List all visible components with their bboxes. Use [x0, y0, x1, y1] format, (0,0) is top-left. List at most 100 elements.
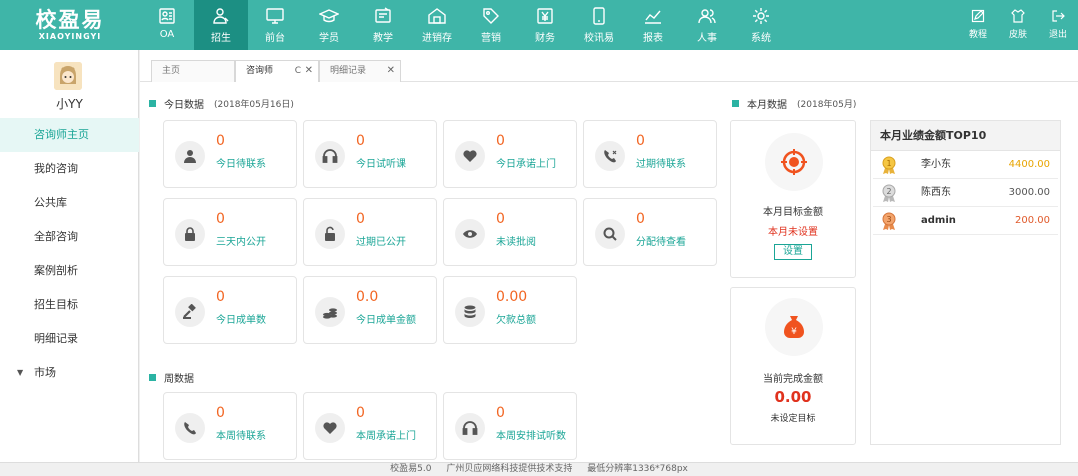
logo[interactable]: 校盈易 XIAOYINGYI: [0, 0, 140, 50]
caret-down-icon: ▼: [17, 368, 24, 377]
nav-reports[interactable]: 报表: [626, 0, 680, 50]
teaching-board-icon: [375, 7, 391, 23]
stat-label: 本周安排试听数: [496, 431, 566, 442]
headphones-icon: [315, 141, 345, 171]
sidebar-item-label: 市场: [34, 366, 56, 379]
top10-title: 本月业绩金额TOP10: [871, 121, 1060, 151]
nav-enrollment-label: 招生: [211, 33, 231, 44]
month-target-label: 本月目标金额: [763, 207, 823, 218]
stat-card-promised-visit-week[interactable]: 0 本周承诺上门: [303, 392, 437, 460]
stat-label: 欠款总额: [496, 315, 536, 326]
close-icon[interactable]: ✕: [387, 61, 395, 81]
tab-home[interactable]: 主页: [151, 60, 235, 82]
nav-school-messenger[interactable]: 校讯易: [572, 0, 626, 50]
month-section-title: 本月数据 (2018年05月): [732, 96, 856, 111]
stat-value: 0.0: [356, 289, 379, 305]
nav-inventory[interactable]: 进销存: [410, 0, 464, 50]
nav-enrollment[interactable]: 招生: [194, 0, 248, 50]
logout-button[interactable]: 退出: [1038, 0, 1078, 50]
database-icon: [455, 297, 485, 327]
nav-school-messenger-label: 校讯易: [584, 33, 614, 44]
ranking-name: admin: [921, 215, 956, 226]
stat-card-unread-review[interactable]: 0 未读批阅: [443, 198, 577, 266]
stat-card-trial-scheduled-week[interactable]: 0 本周安排试听数: [443, 392, 577, 460]
stat-label: 本周承诺上门: [356, 431, 416, 442]
set-target-button[interactable]: 设置: [774, 244, 812, 260]
sidebar-item-my-consultations[interactable]: 我的咨询: [0, 152, 139, 186]
ranking-amount: 4400.00: [1008, 159, 1050, 170]
sidebar-item-market[interactable]: ▼ 市场: [0, 356, 139, 390]
stat-card-expired-public[interactable]: 0 过期已公开: [303, 198, 437, 266]
refresh-icon[interactable]: C: [295, 61, 301, 81]
stat-label: 本周待联系: [216, 431, 266, 442]
nav-hr[interactable]: 人事: [680, 0, 734, 50]
stat-label: 分配待查看: [636, 237, 686, 248]
stat-card-assigned-pending[interactable]: 0 分配待查看: [583, 198, 717, 266]
search-icon: [595, 219, 625, 249]
bronze-medal-icon: 3: [882, 212, 896, 230]
sidebar-item-counselor-home[interactable]: 咨询师主页: [0, 118, 139, 152]
target-icon: [765, 133, 823, 191]
people-icon: [698, 9, 716, 24]
month-target-panel: 本月目标金额 本月未设置 设置: [730, 120, 856, 278]
nav-students[interactable]: 学员: [302, 0, 356, 50]
nav-finance[interactable]: 财务: [518, 0, 572, 50]
stat-card-overdue-contact[interactable]: 0 过期待联系: [583, 120, 717, 188]
warehouse-icon: [428, 8, 446, 24]
sidebar-item-all-consultations[interactable]: 全部咨询: [0, 220, 139, 254]
sidebar-item-enrollment-goals[interactable]: 招生目标: [0, 288, 139, 322]
tab-detail-records[interactable]: 明细记录 ✕: [319, 60, 401, 82]
stat-card-to-contact-week[interactable]: 0 本周待联系: [163, 392, 297, 460]
footer-version: 校盈易5.0: [390, 464, 432, 474]
stat-card-to-contact-today[interactable]: 0 今日待联系: [163, 120, 297, 188]
stat-value: 0: [216, 211, 225, 227]
stat-label: 今日成单数: [216, 315, 266, 326]
month-done-label: 当前完成金额: [763, 374, 823, 385]
avatar[interactable]: [54, 62, 82, 90]
sidebar-item-public-pool[interactable]: 公共库: [0, 186, 139, 220]
silver-medal-icon: 2: [882, 184, 896, 202]
stat-label: 今日试听课: [356, 159, 406, 170]
stat-card-promised-visit-today[interactable]: 0 今日承诺上门: [443, 120, 577, 188]
stat-value: 0: [636, 133, 645, 149]
skin-button[interactable]: 皮肤: [998, 0, 1038, 50]
ranking-row[interactable]: 1 李小东 4400.00: [873, 151, 1058, 179]
person-icon: [175, 141, 205, 171]
user-name: 小YY: [56, 97, 83, 111]
lock-icon: [175, 219, 205, 249]
nav-oa[interactable]: OA: [140, 0, 194, 50]
stat-value: 0: [216, 405, 225, 421]
nav-teaching[interactable]: 教学: [356, 0, 410, 50]
stat-label: 今日承诺上门: [496, 159, 556, 170]
stat-card-public-in-3-days[interactable]: 0 三天内公开: [163, 198, 297, 266]
coins-icon: [315, 297, 345, 327]
skin-label: 皮肤: [1008, 30, 1027, 40]
stat-card-total-arrears[interactable]: 0.00 欠款总额: [443, 276, 577, 344]
month-date: (2018年05月): [797, 100, 857, 110]
oa-icon: [159, 8, 175, 24]
headphones-icon: [455, 413, 485, 443]
stat-card-deals-today[interactable]: 0 今日成单数: [163, 276, 297, 344]
section-marker: [149, 374, 156, 381]
stat-card-deal-amount-today[interactable]: 0.0 今日成单金额: [303, 276, 437, 344]
nav-system[interactable]: 系统: [734, 0, 788, 50]
ranking-row[interactable]: 3 admin 200.00: [873, 207, 1058, 235]
close-icon[interactable]: ✕: [305, 61, 313, 81]
sidebar-item-label: 咨询师主页: [34, 128, 89, 141]
sidebar-menu: 咨询师主页 我的咨询 公共库 全部咨询 案例剖析 招生目标 明细记录 ▼ 市场: [0, 118, 139, 390]
top10-panel: 本月业绩金额TOP10 1 李小东 4400.00 2 陈西东 3000.00 …: [870, 120, 1061, 445]
sidebar-item-label: 招生目标: [34, 298, 78, 311]
tab-counselor[interactable]: 咨询师 C ✕: [235, 60, 319, 82]
ranking-row[interactable]: 2 陈西东 3000.00: [873, 179, 1058, 207]
sidebar-item-detail-records[interactable]: 明细记录: [0, 322, 139, 356]
sidebar-item-label: 我的咨询: [34, 162, 78, 175]
stat-card-trial-class-today[interactable]: 0 今日试听课: [303, 120, 437, 188]
stat-label: 过期已公开: [356, 237, 406, 248]
nav-front-desk[interactable]: 前台: [248, 0, 302, 50]
rank-number: 3: [886, 215, 891, 224]
nav-marketing[interactable]: 营销: [464, 0, 518, 50]
graduation-cap-icon: [319, 9, 339, 23]
tutorial-button[interactable]: 教程: [958, 0, 998, 50]
top-bar: 校盈易 XIAOYINGYI OA 招生 前台 学员 教学 进销存 营销 财务 …: [0, 0, 1078, 50]
sidebar-item-case-analysis[interactable]: 案例剖析: [0, 254, 139, 288]
